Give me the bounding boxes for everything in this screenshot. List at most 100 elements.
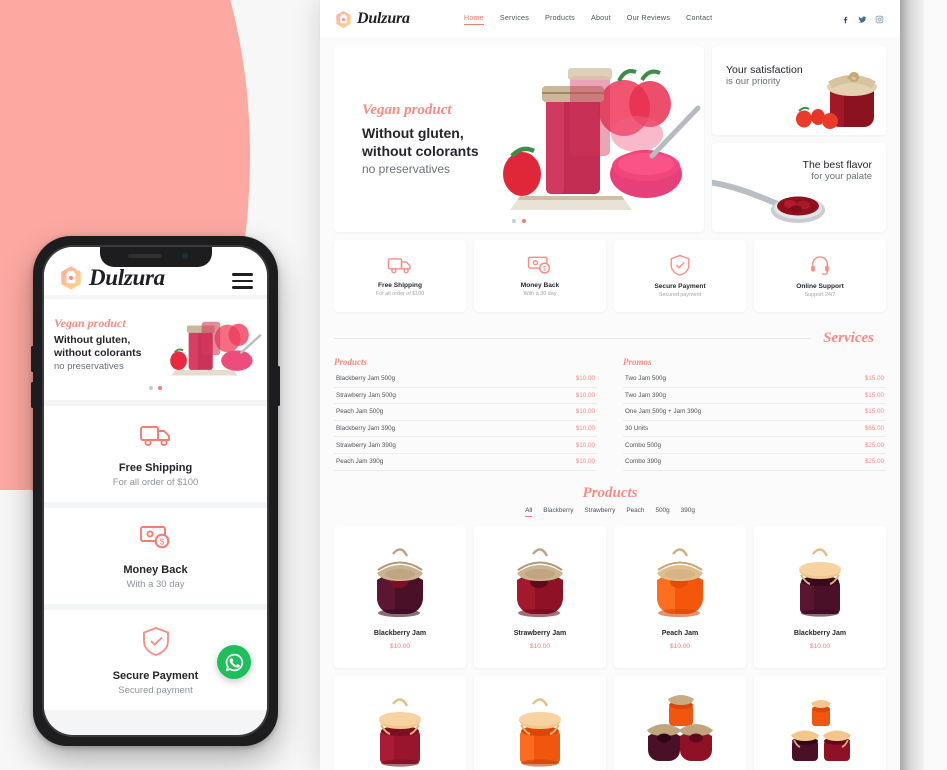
- price-row[interactable]: Blackberry Jam 500g $10.00: [334, 371, 597, 388]
- site-brand[interactable]: Dulzura: [334, 10, 410, 29]
- page-right-edge-shadow: [900, 0, 924, 770]
- product-card[interactable]: Combo 390g $25.00: [754, 675, 886, 770]
- price-row[interactable]: One Jam 500g + Jam 390g $15.00: [623, 404, 886, 421]
- price-row[interactable]: Combo 390g $25.00: [623, 454, 886, 471]
- product-price: $10.00: [669, 642, 691, 650]
- product-image: [503, 536, 577, 624]
- price-row-name: Blackberry Jam 500g: [336, 375, 396, 383]
- price-row[interactable]: Blackberry Jam 390g $10.00: [334, 421, 597, 438]
- carousel-dot-active[interactable]: [522, 219, 526, 223]
- mobile-hero-dots[interactable]: [44, 386, 267, 390]
- shield-check-icon: [142, 627, 169, 656]
- price-row-price: $10.00: [575, 375, 595, 383]
- price-row-price: $25.00: [864, 458, 884, 466]
- product-price: $10.00: [389, 642, 411, 650]
- mobile-hero-title-2: without colorants: [54, 347, 142, 359]
- side-card-satisfaction[interactable]: Your satisfaction is our priority: [712, 46, 886, 135]
- product-card[interactable]: Blackberry Jam $10.00: [334, 525, 466, 668]
- product-card[interactable]: Strawberry Jam $10.00: [334, 675, 466, 770]
- filter-500g[interactable]: 500g: [655, 507, 669, 517]
- nav-item-services[interactable]: Services: [500, 13, 529, 25]
- product-image: [643, 536, 717, 624]
- spoon-with-jam-image: [712, 179, 825, 223]
- phone-volume-button: [31, 346, 34, 372]
- product-card[interactable]: Blackberry Jam $10.00: [754, 525, 886, 668]
- hamburger-menu-icon[interactable]: [232, 267, 253, 289]
- product-card[interactable]: Combo 500g $25.00: [614, 675, 746, 770]
- phone-mockup: Dulzura Vegan product Without gluten, wi…: [31, 236, 280, 746]
- feature-sub: Support 24/7: [804, 292, 836, 299]
- price-row-name: Combo 500g: [625, 441, 662, 449]
- mobile-feature-sub: Secured payment: [118, 685, 193, 696]
- instagram-icon[interactable]: [875, 15, 884, 24]
- twitter-icon[interactable]: [858, 15, 867, 24]
- price-row[interactable]: Peach Jam 500g $10.00: [334, 404, 597, 421]
- price-row[interactable]: Peach Jam 390g $10.00: [334, 454, 597, 471]
- price-row[interactable]: 30 Units $65.00: [623, 421, 886, 438]
- price-row[interactable]: Two Jam 390g $15.00: [623, 388, 886, 405]
- facebook-icon[interactable]: [841, 15, 850, 24]
- side-card-title: Your satisfaction: [726, 64, 803, 76]
- filter-all[interactable]: All: [525, 507, 533, 517]
- price-row-price: $15.00: [864, 375, 884, 383]
- carousel-dot[interactable]: [149, 386, 153, 390]
- feature-sub: Secured payment: [658, 292, 702, 299]
- whatsapp-icon[interactable]: [217, 645, 251, 679]
- price-row[interactable]: Strawberry Jam 500g $10.00: [334, 388, 597, 405]
- feature-label: Money Back: [520, 281, 560, 289]
- hero-subtitle: no preservatives: [362, 162, 451, 176]
- price-row-price: $10.00: [575, 425, 595, 433]
- product-card[interactable]: Strawberry Jam $10.00: [474, 525, 606, 668]
- mobile-feature-label: Money Back: [123, 564, 188, 576]
- feature-free-shipping[interactable]: Free Shipping For all order of $100: [334, 240, 466, 312]
- product-card[interactable]: Peach Jam $10.00: [614, 525, 746, 668]
- price-row[interactable]: Combo 500g $25.00: [623, 437, 886, 454]
- feature-money-back[interactable]: $ Money Back With a 30 day: [474, 240, 606, 312]
- website-page: Dulzura Home Services Products About Our…: [320, 0, 900, 770]
- mobile-brand[interactable]: Dulzura: [58, 265, 165, 291]
- nav-item-home[interactable]: Home: [463, 13, 484, 25]
- product-price: $10.00: [529, 642, 551, 650]
- nav-item-contact[interactable]: Contact: [686, 13, 712, 25]
- product-price: $10.00: [809, 642, 831, 650]
- feature-online-support[interactable]: Online Support Support 24/7: [754, 240, 886, 312]
- carousel-dot[interactable]: [512, 219, 516, 223]
- mobile-feature-sub: With a 30 day: [126, 579, 185, 590]
- hero-eyebrow: Vegan product: [362, 102, 452, 118]
- filter-blackberry[interactable]: Blackberry: [543, 507, 573, 517]
- hero-carousel-dots[interactable]: [512, 219, 526, 223]
- hero-banner[interactable]: Vegan product Without gluten, without co…: [334, 46, 704, 232]
- mobile-feature-label: Free Shipping: [118, 462, 193, 474]
- product-card[interactable]: Peach Jam $10.00: [474, 675, 606, 770]
- mobile-hero-title-1: Without gluten,: [54, 334, 131, 347]
- nav-item-about[interactable]: About: [591, 13, 611, 25]
- feature-secure-payment[interactable]: Secure Payment Secured payment: [614, 240, 746, 312]
- product-name: Strawberry Jam: [513, 629, 567, 637]
- mobile-hero: Vegan product Without gluten, without co…: [44, 299, 267, 400]
- product-name: Blackberry Jam: [373, 629, 427, 637]
- hero-title-1: Without gluten,: [362, 125, 464, 141]
- headset-icon: [811, 256, 829, 275]
- price-row-name: Strawberry Jam 390g: [336, 441, 396, 449]
- filter-390g[interactable]: 390g: [681, 507, 695, 517]
- services-section-header: Services: [334, 330, 886, 347]
- price-row-name: Combo 390g: [625, 458, 662, 466]
- filter-peach[interactable]: Peach: [626, 507, 644, 517]
- nav-item-our-reviews[interactable]: Our Reviews: [627, 13, 670, 25]
- price-row[interactable]: Strawberry Jam 390g $10.00: [334, 437, 597, 454]
- nav-item-products[interactable]: Products: [545, 13, 575, 25]
- hero-section: Vegan product Without gluten, without co…: [334, 46, 886, 232]
- feature-label: Secure Payment: [654, 282, 706, 290]
- social-links: [841, 15, 884, 24]
- side-card-flavor[interactable]: The best flavor for your palate: [712, 143, 886, 232]
- hero-image: [474, 46, 704, 232]
- carousel-dot-active[interactable]: [158, 386, 162, 390]
- price-row[interactable]: Two Jam 500g $15.00: [623, 371, 886, 388]
- svg-text:$: $: [543, 265, 547, 272]
- services-heading: Services: [823, 330, 874, 346]
- product-image: [363, 536, 437, 624]
- price-row-price: $15.00: [864, 391, 884, 399]
- product-name: Blackberry Jam: [793, 629, 847, 637]
- filter-strawberry[interactable]: Strawberry: [584, 507, 615, 517]
- features-row: Free Shipping For all order of $100 $ Mo…: [334, 240, 886, 312]
